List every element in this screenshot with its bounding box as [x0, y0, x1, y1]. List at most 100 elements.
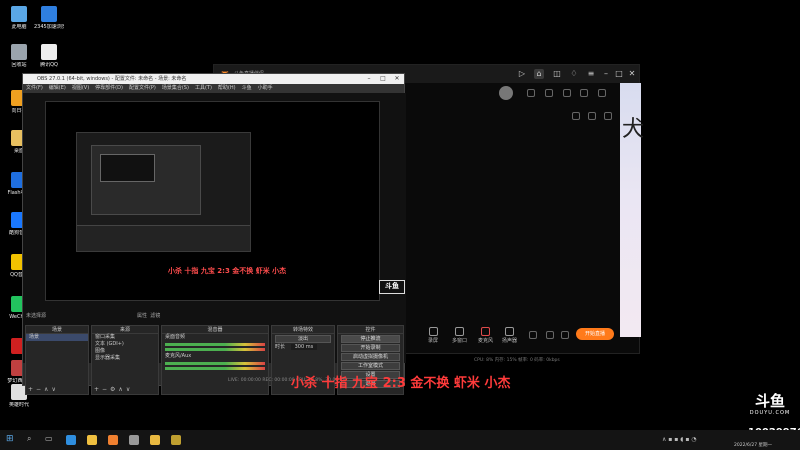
qq-taskbar-icon[interactable] [87, 435, 97, 445]
menu-item[interactable]: 配置文件(P) [129, 85, 156, 91]
speaker-icon [505, 327, 514, 336]
mixer-dock[interactable]: 混音器 桌面音频 麦克风/Aux [161, 325, 269, 395]
douyu-stats: CPU: 8% 内存: 15% 帧率: 0 码率: 0kbps [474, 358, 560, 363]
speaker-button[interactable]: 扬声器 [502, 327, 517, 344]
tray-icons[interactable]: ∧ ▪ ▪ ◖ ▪ ◔ [662, 436, 697, 443]
minimize-icon[interactable]: – [601, 69, 611, 79]
settings-icon[interactable] [598, 89, 606, 97]
desktop-icon[interactable]: 2345加速浏览器 [34, 6, 64, 30]
menu-item[interactable]: 帮助(H) [218, 85, 236, 91]
desktop-icon[interactable]: 回收站 [4, 44, 34, 68]
event-poster: 犬 [620, 83, 645, 337]
menu-item[interactable]: 视图(V) [72, 85, 89, 91]
obs-titlebar[interactable]: OBS 27.0.1 (64-bit, windows) - 配置文件: 未命名… [23, 74, 404, 84]
record-button[interactable]: 录屏 [428, 327, 438, 344]
multi-window-button[interactable]: 多窗口 [452, 327, 467, 344]
duration-label: 时长 [275, 344, 286, 350]
obs-title: OBS 27.0.1 (64-bit, windows) - 配置文件: 未命名… [37, 76, 187, 82]
obs-menubar[interactable]: 文件(F) 编辑(E) 视图(V) 停靠部件(D) 配置文件(P) 场景集合(S) 工具(T… [23, 84, 404, 93]
douyu-taskbar-icon[interactable] [108, 435, 118, 445]
virtual-camera-button[interactable]: 启动虚拟摄像机 [341, 353, 400, 361]
app-icon [41, 6, 57, 22]
desktop-icon[interactable]: 此电脑 [4, 6, 34, 30]
obs-taskbar-icon[interactable] [129, 435, 139, 445]
menu-item[interactable]: 停靠部件(D) [95, 85, 123, 91]
record-icon [428, 327, 438, 336]
play-icon[interactable]: ▷ [517, 69, 527, 79]
menu-item[interactable]: 斗鱼 [242, 85, 252, 91]
gamepad-icon[interactable]: ◫ [552, 69, 562, 79]
poster-glyph: 犬 [622, 117, 645, 142]
game-taskbar-icon[interactable] [171, 435, 181, 445]
no-source-label: 未选择源 [26, 313, 47, 319]
gift-icon[interactable] [588, 112, 596, 120]
obs-preview[interactable]: 小杀 十指 九宝 2:3 金不换 虾米 小杰 斗鱼 未选择源 属性 滤镜 场景 … [23, 93, 406, 395]
chat-icon[interactable] [580, 89, 588, 97]
properties-tab[interactable]: 属性 [137, 313, 147, 319]
source-item[interactable]: 文本 (GDI+) [92, 341, 158, 348]
scene-controls[interactable]: +−∧∨ [28, 386, 59, 393]
menu-item[interactable]: 编辑(E) [49, 85, 66, 91]
menu-item[interactable]: 小助手 [258, 85, 273, 91]
camera-icon[interactable] [529, 331, 537, 339]
stream-caption: 小杀 十指 九宝 2:3 金不换 虾米 小杰 [291, 376, 511, 391]
taskbar[interactable]: ⊞ ⌕ ▭ ∧ ▪ ▪ ◖ ▪ ◔ 2022/6/27 星期一 [0, 430, 800, 450]
sources-dock[interactable]: 来源 窗口采集 文本 (GDI+) 图像 显示器采集 +−⚙∧∨ [91, 325, 159, 395]
audio-meter [165, 343, 265, 346]
source-item[interactable]: 显示器采集 [92, 355, 158, 362]
task-view-icon[interactable]: ▭ [45, 434, 53, 443]
shirt-icon[interactable]: ♢ [569, 69, 579, 79]
app-icon [41, 44, 57, 60]
scene-item[interactable]: 场景 [26, 334, 88, 341]
scenes-dock[interactable]: 场景 场景 +−∧∨ [25, 325, 89, 395]
microphone-icon [481, 327, 490, 336]
start-record-button[interactable]: 开始录制 [341, 344, 400, 352]
properties-filters[interactable]: 属性 滤镜 [137, 312, 160, 319]
maximize-icon[interactable]: □ [376, 74, 390, 84]
share-icon[interactable] [604, 112, 612, 120]
controls-header: 控件 [338, 326, 403, 334]
explorer-taskbar-icon[interactable] [150, 435, 160, 445]
source-item[interactable]: 窗口采集 [92, 334, 158, 341]
start-icon[interactable]: ⊞ [6, 434, 14, 444]
stop-stream-button[interactable]: 停止推流 [341, 335, 400, 343]
grid-icon[interactable] [563, 89, 571, 97]
window-icon [455, 327, 464, 336]
menu-icon[interactable]: ≡ [586, 69, 596, 79]
avatar[interactable] [499, 86, 513, 100]
audio-meter [165, 348, 265, 351]
studio-mode-button[interactable]: 工作室模式 [341, 362, 400, 370]
desktop-icon[interactable]: 腾讯QQ [34, 44, 64, 68]
close-icon[interactable]: ✕ [390, 74, 404, 84]
start-live-button[interactable]: 开始直播 [576, 328, 614, 340]
home-icon[interactable]: ⌂ [534, 69, 544, 79]
transition-select[interactable]: 淡出 [275, 335, 331, 343]
eye-icon[interactable] [546, 331, 554, 339]
maximize-icon[interactable]: □ [614, 69, 624, 79]
microphone-button[interactable]: 麦克风 [478, 327, 493, 344]
obs-window[interactable]: OBS 27.0.1 (64-bit, windows) - 配置文件: 未命名… [22, 73, 406, 395]
bag-icon[interactable] [527, 89, 535, 97]
douyu-logo-cn: 斗鱼 [754, 392, 785, 410]
menu-item[interactable]: 工具(T) [195, 85, 212, 91]
mixer-channel-label: 桌面音频 [165, 334, 186, 340]
search-icon[interactable]: ⌕ [27, 434, 31, 444]
sources-header: 来源 [92, 326, 158, 334]
menu-item[interactable]: 文件(F) [26, 85, 43, 91]
gear-icon[interactable] [561, 331, 569, 339]
menu-item[interactable]: 场景集合(S) [162, 85, 189, 91]
duration-row[interactable]: 时长 300 ms [272, 344, 334, 351]
duration-input[interactable]: 300 ms [290, 344, 318, 350]
source-controls[interactable]: +−⚙∧∨ [94, 386, 133, 393]
layout-icon[interactable] [572, 112, 580, 120]
taskbar-date[interactable]: 2022/6/27 星期一 [734, 442, 772, 448]
edge-taskbar-icon[interactable] [66, 435, 76, 445]
douyu-watermark: 斗鱼 DOUYU.COM [742, 392, 798, 422]
douyu-logo-en: DOUYU.COM [749, 410, 791, 416]
close-icon[interactable]: ✕ [627, 69, 637, 79]
minimize-icon[interactable]: – [362, 74, 376, 84]
source-item[interactable]: 图像 [92, 348, 158, 355]
list-icon[interactable] [545, 89, 553, 97]
filters-tab[interactable]: 滤镜 [150, 313, 160, 319]
app-icon [11, 44, 27, 60]
